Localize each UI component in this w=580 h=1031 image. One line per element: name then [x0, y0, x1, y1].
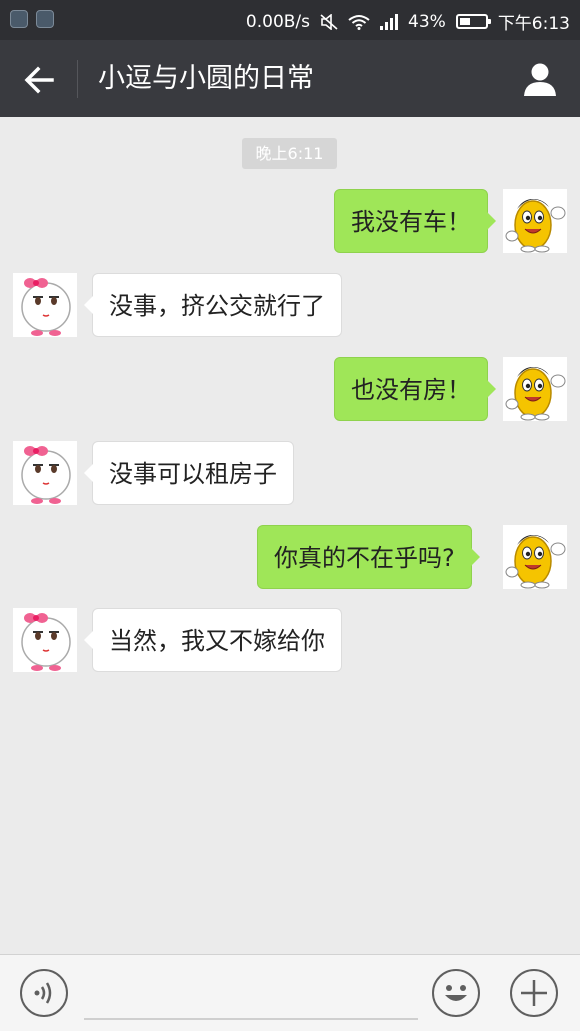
white-bow-avatar[interactable]: [13, 273, 77, 337]
plus-icon: [521, 980, 547, 1006]
status-bar: 0.00B/s 43% 下午6:13: [0, 0, 580, 40]
wifi-icon: [348, 14, 370, 30]
battery-fill: [459, 18, 471, 25]
bow-girl-icon: [21, 278, 71, 336]
header-divider: [77, 60, 78, 98]
signal-icon: [380, 13, 399, 30]
timestamp-badge: 晚上6:11: [242, 138, 337, 169]
status-indicators: 0.00B/s 43% 下午6:13: [245, 9, 570, 35]
app-icon-1: [10, 10, 28, 28]
message-bubble-sent[interactable]: 我没有车！: [334, 189, 496, 253]
battery-percent: 43%: [408, 11, 446, 32]
message-bubble-received[interactable]: 没事，挤公交就行了: [84, 273, 342, 337]
yellow-bean-avatar[interactable]: [503, 525, 567, 589]
chat-header: 小逗与小圆的日常: [0, 40, 580, 117]
message-bubble-sent[interactable]: 你真的不在乎吗?: [257, 525, 480, 589]
yellow-bean-icon: [505, 535, 566, 589]
white-bow-avatar[interactable]: [13, 441, 77, 505]
voice-icon: [34, 982, 52, 1004]
clock: 下午6:13: [497, 14, 570, 34]
message-bubble-received[interactable]: 当然，我又不嫁给你: [84, 608, 342, 672]
yellow-bean-icon: [505, 199, 566, 253]
yellow-bean-icon: [505, 367, 566, 421]
input-bar: [0, 954, 580, 1031]
white-bow-avatar[interactable]: [13, 608, 77, 672]
message-input[interactable]: [84, 1018, 418, 1020]
plus-button[interactable]: [510, 969, 558, 1017]
app-icon-2: [36, 10, 54, 28]
back-arrow-icon[interactable]: [18, 58, 62, 102]
yellow-bean-avatar[interactable]: [503, 189, 567, 253]
mute-icon: [320, 13, 338, 30]
message-bubble-received[interactable]: 没事可以租房子: [84, 441, 294, 505]
emoji-icon: [445, 985, 467, 1001]
message-bubble-sent[interactable]: 也没有房！: [334, 357, 496, 421]
yellow-bean-avatar[interactable]: [503, 357, 567, 421]
voice-button[interactable]: [20, 969, 68, 1017]
bow-girl-icon: [21, 613, 71, 671]
notification-icons: [10, 10, 54, 28]
net-speed: 0.00B/s: [245, 11, 311, 32]
battery-icon: [455, 14, 491, 29]
chat-title: 小逗与小圆的日常: [98, 63, 314, 94]
person-icon[interactable]: [520, 59, 560, 99]
bow-girl-icon: [21, 446, 71, 504]
emoji-button[interactable]: [432, 969, 480, 1017]
